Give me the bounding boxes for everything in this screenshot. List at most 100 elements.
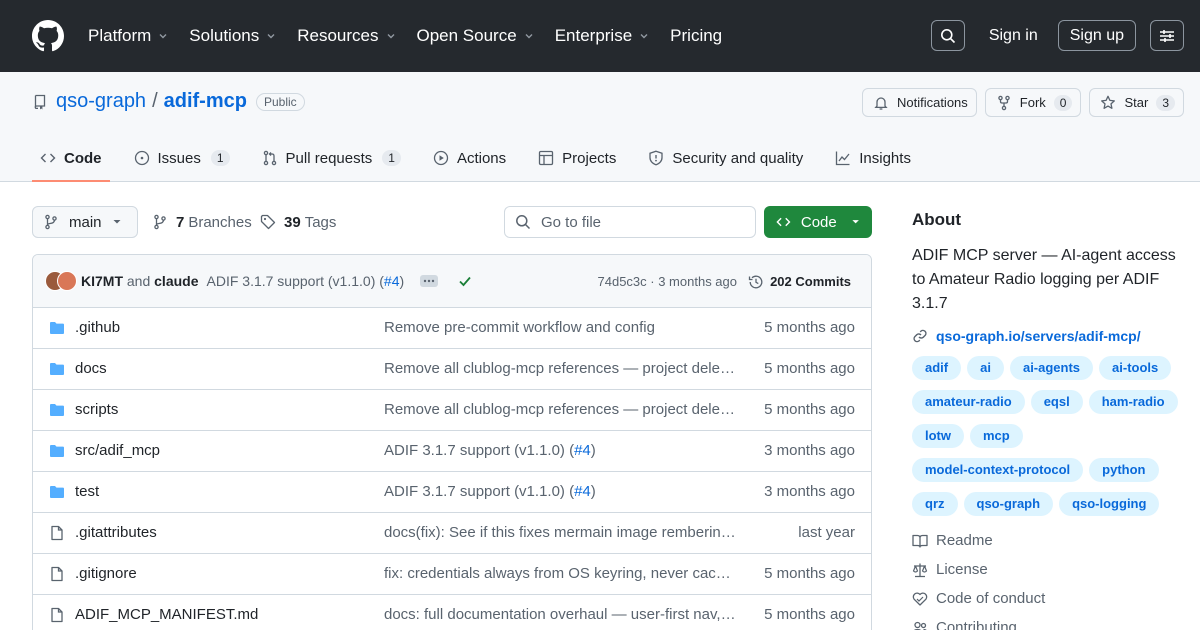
topic-tag[interactable]: ai-agents: [1009, 356, 1094, 380]
file-name-link[interactable]: ADIF_MCP_MANIFEST.md: [75, 606, 258, 623]
topic-tag[interactable]: ham-radio: [1088, 390, 1178, 414]
file-commit-message[interactable]: docs(fix): See if this fixes mermain ima…: [384, 524, 739, 541]
topic-tag[interactable]: python: [1089, 458, 1159, 482]
git-pull-request-icon: [263, 150, 276, 166]
play-icon: [433, 150, 449, 166]
nav-pricing[interactable]: Pricing: [670, 26, 722, 46]
file-row[interactable]: docs Remove all clublog-mcp references —…: [33, 349, 871, 390]
search-button[interactable]: [930, 20, 965, 51]
github-mark-icon[interactable]: [32, 20, 64, 52]
code-of-conduct-icon: [912, 592, 928, 606]
topic-tag[interactable]: qso-logging: [1059, 492, 1160, 516]
kebab-horizontal-icon: [423, 279, 435, 283]
file-commit-message[interactable]: Remove pre-commit workflow and config: [384, 319, 739, 336]
topic-tag[interactable]: lotw: [912, 424, 964, 448]
avatar[interactable]: [57, 271, 77, 291]
sign-in-link[interactable]: Sign in: [989, 27, 1038, 45]
star-button[interactable]: Star 3: [1089, 88, 1184, 117]
tab-pull-requests[interactable]: Pull requests 1: [254, 142, 409, 174]
commit-author-link[interactable]: KI7MT: [81, 273, 123, 289]
commit-sha-time[interactable]: 74d5c3c · 3 months ago: [598, 255, 737, 308]
file-commit-message[interactable]: ADIF 3.1.7 support (v1.1.0) (#4): [384, 442, 739, 459]
repo-name-link[interactable]: adif-mcp: [164, 90, 247, 113]
nav-resources[interactable]: Resources: [297, 26, 394, 46]
file-name-link[interactable]: test: [75, 483, 99, 500]
file-commit-message[interactable]: Remove all clublog-mcp references — proj…: [384, 401, 739, 418]
tab-security[interactable]: Security and quality: [640, 142, 811, 174]
go-to-file-input[interactable]: Go to file: [504, 206, 756, 238]
file-name-link[interactable]: .github: [75, 319, 120, 336]
file-name-link[interactable]: docs: [75, 360, 107, 377]
about-heading: About: [912, 210, 962, 229]
tab-projects[interactable]: Projects: [530, 142, 624, 174]
tags-link[interactable]: 39 Tags: [260, 206, 336, 238]
file-commit-message[interactable]: fix: credentials always from OS keyring,…: [384, 565, 739, 582]
commit-avatars: [45, 270, 79, 292]
repo-icon: [34, 94, 46, 109]
branches-link[interactable]: 7 Branches: [152, 206, 252, 238]
folder-icon: [50, 322, 64, 334]
nav-label: Platform: [88, 26, 152, 45]
readme-link[interactable]: Readme: [912, 526, 1188, 555]
nav-solutions[interactable]: Solutions: [189, 26, 275, 46]
commit-message[interactable]: ADIF 3.1.7 support (v1.1.0) (#4): [207, 273, 405, 289]
topic-tag[interactable]: amateur-radio: [912, 390, 1025, 414]
topic-tag[interactable]: ai-tools: [1099, 356, 1172, 380]
header-actions: Sign in Sign up: [930, 20, 1184, 51]
visibility-badge: Public: [255, 92, 305, 111]
commit-author-link[interactable]: claude: [154, 273, 198, 289]
file-commit-pr-link[interactable]: #4: [574, 442, 591, 459]
file-row[interactable]: ADIF_MCP_MANIFEST.md docs: full document…: [33, 595, 871, 630]
file-row[interactable]: src/adif_mcp ADIF 3.1.7 support (v1.1.0)…: [33, 431, 871, 472]
file-commit-message[interactable]: ADIF 3.1.7 support (v1.1.0) (#4): [384, 483, 739, 500]
file-name-link[interactable]: scripts: [75, 401, 118, 418]
commit-pr-link[interactable]: #4: [384, 273, 400, 289]
file-commit-pr-link[interactable]: #4: [574, 483, 591, 500]
nav-label: Enterprise: [554, 26, 633, 45]
branch-selector[interactable]: main: [32, 206, 138, 238]
tab-insights[interactable]: Insights: [827, 142, 919, 174]
file-row[interactable]: scripts Remove all clublog-mcp reference…: [33, 390, 871, 431]
tab-issues[interactable]: Issues 1: [126, 142, 238, 174]
expand-commit-button[interactable]: [420, 275, 439, 287]
topic-tag[interactable]: qso-graph: [963, 492, 1054, 516]
check-status-icon[interactable]: [458, 274, 472, 288]
contributing-link[interactable]: Contributing: [912, 613, 1188, 630]
nav-open-source[interactable]: Open Source: [417, 26, 533, 46]
homepage-link[interactable]: qso-graph.io/servers/adif-mcp/: [912, 328, 1188, 344]
file-commit-message[interactable]: Remove all clublog-mcp references — proj…: [384, 360, 739, 377]
license-link[interactable]: License: [912, 555, 1188, 584]
file-name-link[interactable]: .gitignore: [75, 565, 137, 582]
sign-up-button[interactable]: Sign up: [1057, 20, 1136, 51]
file-name-link[interactable]: .gitattributes: [75, 524, 157, 541]
contributing-label: Contributing: [936, 619, 1017, 630]
file-commit-message[interactable]: docs: full documentation overhaul — user…: [384, 606, 739, 623]
repo-owner-link[interactable]: qso-graph: [56, 90, 146, 113]
topic-tag[interactable]: eqsl: [1030, 390, 1083, 414]
topic-tag[interactable]: qrz: [912, 492, 958, 516]
topic-tag[interactable]: adif: [912, 356, 962, 380]
file-row[interactable]: .gitattributes docs(fix): See if this fi…: [33, 513, 871, 554]
notifications-button[interactable]: Notifications: [861, 88, 977, 117]
file-row[interactable]: test ADIF 3.1.7 support (v1.1.0) (#4) 3 …: [33, 472, 871, 513]
topic-tag[interactable]: ai: [967, 356, 1004, 380]
code-download-button[interactable]: Code: [764, 206, 872, 238]
topic-tag[interactable]: mcp: [970, 424, 1023, 448]
nav-platform[interactable]: Platform: [88, 26, 167, 46]
chevron-down-icon: [267, 34, 275, 39]
nav-enterprise[interactable]: Enterprise: [555, 26, 648, 46]
menu-button[interactable]: [1150, 20, 1184, 51]
topic-tag[interactable]: model-context-protocol: [912, 458, 1084, 482]
about-sidebar: About ADIF MCP server — AI-agent access …: [912, 206, 1188, 630]
tab-actions[interactable]: Actions: [425, 142, 514, 174]
file-row[interactable]: .github Remove pre-commit workflow and c…: [33, 308, 871, 349]
folder-icon: [50, 363, 64, 375]
code-of-conduct-link[interactable]: Code of conduct: [912, 584, 1188, 613]
commits-history-link[interactable]: 202 Commits: [748, 255, 851, 308]
tab-code[interactable]: Code: [32, 142, 110, 182]
file-name-link[interactable]: src/adif_mcp: [75, 442, 160, 459]
go-to-file-placeholder: Go to file: [541, 213, 602, 231]
law-icon: [912, 563, 928, 577]
fork-button[interactable]: Fork 0: [984, 88, 1082, 117]
file-row[interactable]: .gitignore fix: credentials always from …: [33, 554, 871, 595]
